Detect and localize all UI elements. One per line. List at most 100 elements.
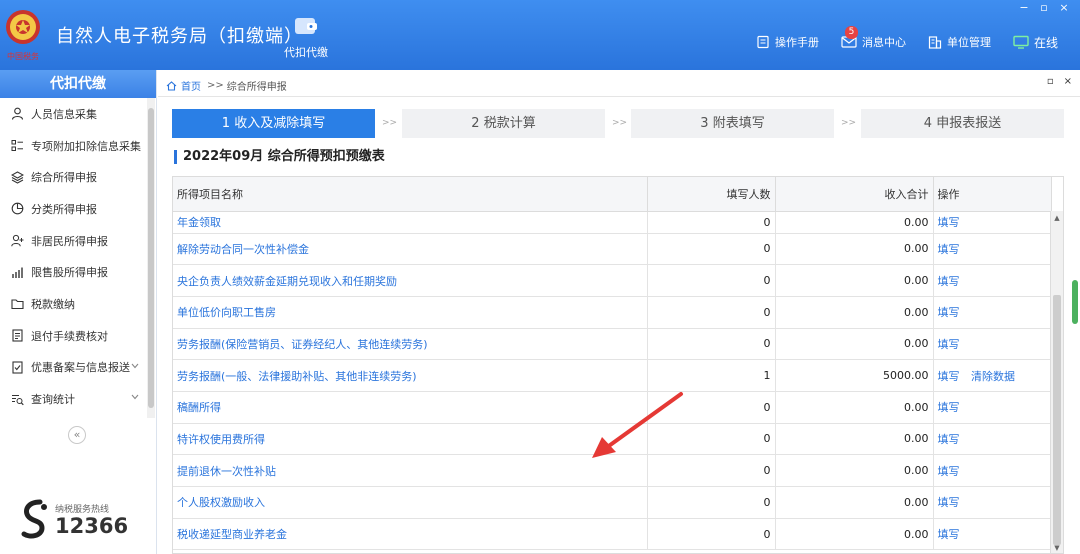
- sidebar-item-special-deduction[interactable]: 专项附加扣除信息采集: [0, 130, 156, 162]
- close-button[interactable]: ×: [1054, 2, 1074, 16]
- row-item-name[interactable]: 税收递延型商业养老金: [173, 518, 648, 551]
- scroll-up-arrow-icon[interactable]: ▲: [1052, 213, 1062, 223]
- table-row: 解除劳动合同一次性补偿金 0 0.00 填写: [173, 233, 1052, 266]
- sidebar-item-restricted-shares[interactable]: 限售股所得申报: [0, 256, 156, 288]
- sidebar-item-nonresident[interactable]: 非居民所得申报: [0, 225, 156, 257]
- row-item-name[interactable]: 稿酬所得: [173, 391, 648, 424]
- fill-link[interactable]: 填写: [938, 275, 960, 288]
- table-row: 税收递延型商业养老金 0 0.00 填写: [173, 518, 1052, 551]
- row-income: 0.00: [775, 486, 934, 519]
- page-scroll-thumb[interactable]: [1072, 280, 1078, 324]
- sidebar-item-query-stats[interactable]: 查询统计: [0, 383, 156, 415]
- table-scroll-thumb[interactable]: [1053, 295, 1061, 545]
- row-item-name[interactable]: 提前退休一次性补贴: [173, 454, 648, 487]
- row-income: 0.00: [775, 454, 934, 487]
- sidebar-item-comprehensive-income[interactable]: 综合所得申报: [0, 161, 156, 193]
- clear-data-link[interactable]: 清除数据: [971, 370, 1015, 383]
- scroll-down-arrow-icon[interactable]: ▼: [1052, 543, 1062, 553]
- row-item-name[interactable]: 特许权使用费所得: [173, 423, 648, 456]
- income-table: 所得项目名称 填写人数 收入合计 操作 年金领取 0 0.00 填写 解除劳动合…: [172, 176, 1064, 554]
- sidebar-item-preferential-filing[interactable]: 优惠备案与信息报送: [0, 352, 156, 384]
- row-income: 5000.00: [775, 359, 934, 392]
- row-income: 0.00: [775, 211, 934, 234]
- row-count: 0: [647, 264, 776, 297]
- user-plus-icon: [11, 234, 24, 247]
- fill-link[interactable]: 填写: [938, 306, 960, 319]
- message-center-button[interactable]: 5 消息中心: [841, 26, 906, 50]
- sidebar-item-label: 综合所得申报: [31, 171, 97, 185]
- step-wizard: 1 收入及减除填写 >> 2 税款计算 >> 3 附表填写 >> 4 申报表报送: [172, 109, 1064, 138]
- row-count: 0: [647, 296, 776, 329]
- sidebar: 代扣代缴 人员信息采集 专项附加扣除信息采集 综合所得申报 分类所得申报 非居民…: [0, 70, 157, 554]
- unit-management-button[interactable]: 单位管理: [928, 34, 991, 50]
- divider: [158, 96, 1080, 97]
- row-item-name[interactable]: 劳务报酬(一般、法律援助补贴、其他非连续劳务): [173, 359, 648, 392]
- fill-link[interactable]: 填写: [938, 370, 960, 383]
- manual-button[interactable]: 操作手册: [756, 34, 819, 50]
- table-row: 劳务报酬(保险营销员、证券经纪人、其他连续劳务) 0 0.00 填写: [173, 328, 1052, 361]
- section-title: 2022年09月 综合所得预扣预缴表: [174, 150, 385, 164]
- person-icon: [11, 107, 24, 121]
- table-scrollbar[interactable]: ▲ ▼: [1050, 211, 1063, 553]
- fill-link[interactable]: 填写: [938, 465, 960, 478]
- main-panel: 首页 >> 综合所得申报 ▫ × 1 收入及减除填写 >> 2 税款计算 >> …: [158, 70, 1080, 554]
- manual-icon: [757, 35, 769, 49]
- panel-close-button[interactable]: ×: [1064, 76, 1072, 87]
- sidebar-item-refund-fee[interactable]: 退付手续费核对: [0, 320, 156, 352]
- online-status[interactable]: 在线: [1013, 34, 1058, 51]
- step-1-income[interactable]: 1 收入及减除填写: [172, 109, 375, 138]
- fill-link[interactable]: 填写: [938, 528, 960, 541]
- row-item-name[interactable]: 解除劳动合同一次性补偿金: [173, 233, 648, 266]
- list-icon: [11, 140, 23, 152]
- step-separator: >>: [382, 118, 398, 128]
- fill-link[interactable]: 填写: [938, 338, 960, 351]
- step-3-attachment[interactable]: 3 附表填写: [631, 109, 834, 138]
- step-4-submit[interactable]: 4 申报表报送: [861, 109, 1064, 138]
- collapse-sidebar-button[interactable]: «: [68, 426, 86, 444]
- sidebar-item-classified-income[interactable]: 分类所得申报: [0, 193, 156, 225]
- sidebar-scrollbar[interactable]: [147, 98, 155, 418]
- app-window: 中国税务 自然人电子税务局（扣缴端） 代扣代缴 − ▫ × 操作手册 5 消息中…: [0, 0, 1080, 554]
- wallet-icon: [295, 18, 317, 34]
- sidebar-menu: 人员信息采集 专项附加扣除信息采集 综合所得申报 分类所得申报 非居民所得申报 …: [0, 98, 156, 415]
- page-scrollbar[interactable]: [1072, 208, 1078, 468]
- sidebar-item-label: 分类所得申报: [31, 202, 97, 216]
- app-title: 自然人电子税务局（扣缴端）: [56, 26, 303, 47]
- online-label: 在线: [1033, 35, 1058, 50]
- step-separator: >>: [841, 118, 857, 128]
- row-count: 1: [647, 359, 776, 392]
- panel-restore-button[interactable]: ▫: [1047, 76, 1054, 87]
- table-row: 劳务报酬(一般、法律援助补贴、其他非连续劳务) 1 5000.00 填写 清除数…: [173, 359, 1052, 392]
- fill-link[interactable]: 填写: [938, 243, 960, 256]
- row-item-name[interactable]: 单位低价向职工售房: [173, 296, 648, 329]
- table-row: 年金领取 0 0.00 填写: [173, 211, 1052, 234]
- row-count: 0: [647, 486, 776, 519]
- layers-icon: [11, 171, 24, 184]
- hotline-number: 12366: [55, 514, 129, 538]
- sidebar-scroll-thumb[interactable]: [148, 108, 154, 408]
- sidebar-item-tax-payment[interactable]: 税款缴纳: [0, 288, 156, 320]
- step-2-tax-calc[interactable]: 2 税款计算: [402, 109, 605, 138]
- breadcrumb-home[interactable]: 首页: [181, 78, 201, 93]
- fill-link[interactable]: 填写: [938, 496, 960, 509]
- chevron-down-icon: [131, 363, 139, 368]
- bar-chart-icon: [12, 267, 23, 278]
- maximize-button[interactable]: ▫: [1034, 2, 1054, 16]
- row-item-name[interactable]: 劳务报酬(保险营销员、证券经纪人、其他连续劳务): [173, 328, 648, 361]
- row-count: 0: [647, 211, 776, 234]
- fill-link[interactable]: 填写: [938, 216, 960, 229]
- fill-link[interactable]: 填写: [938, 433, 960, 446]
- module-daikoudaijiao[interactable]: 代扣代缴: [276, 14, 336, 60]
- row-item-name[interactable]: 个人股权激励收入: [173, 486, 648, 519]
- header-actions: 操作手册 5 消息中心 单位管理 在线: [756, 26, 1080, 54]
- row-item-name[interactable]: 央企负责人绩效薪金延期兑现收入和任期奖励: [173, 264, 648, 297]
- sidebar-item-personnel[interactable]: 人员信息采集: [0, 98, 156, 130]
- row-count: 0: [647, 328, 776, 361]
- fill-link[interactable]: 填写: [938, 401, 960, 414]
- service-hotline: 纳税服务热线 12366: [18, 498, 128, 545]
- breadcrumb: 首页 >> 综合所得申报: [166, 78, 287, 93]
- minimize-button[interactable]: −: [1014, 2, 1034, 16]
- manual-label: 操作手册: [774, 36, 819, 49]
- row-item-name[interactable]: 年金领取: [173, 211, 648, 234]
- column-header-income: 收入合计: [775, 177, 934, 212]
